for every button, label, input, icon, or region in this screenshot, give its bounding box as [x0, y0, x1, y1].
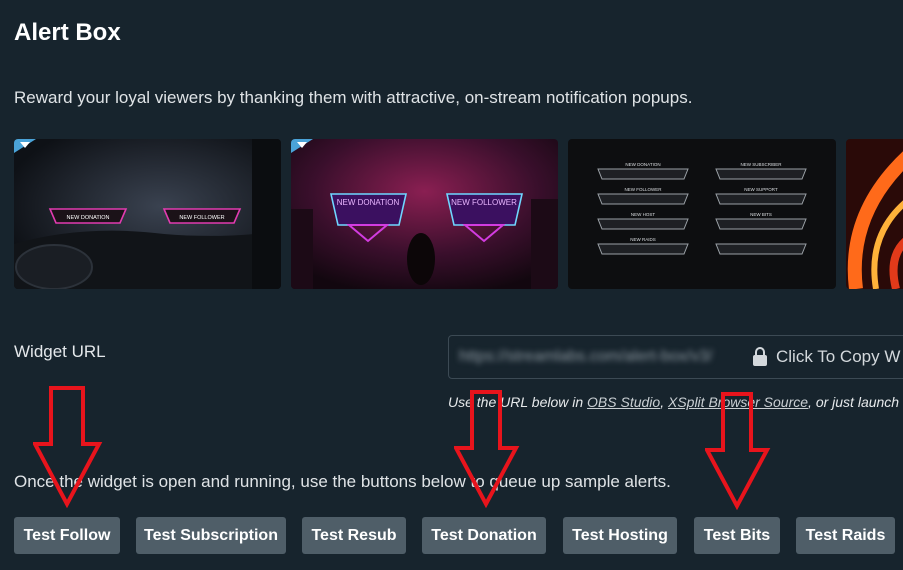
obs-studio-link[interactable]: OBS Studio: [587, 394, 660, 410]
test-follow-button[interactable]: Test Follow: [14, 517, 120, 554]
widget-url-label: Widget URL: [14, 342, 106, 361]
theme-label: NEW FOLLOWER: [451, 198, 517, 207]
test-alert-instructions: Once the widget is open and running, use…: [14, 472, 671, 491]
theme-label: NEW DONATION: [67, 215, 110, 221]
theme-label: NEW HOST: [631, 212, 656, 217]
test-subscription-button[interactable]: Test Subscription: [136, 517, 286, 554]
theme-card-neon-purple[interactable]: NEW DONATION NEW FOLLOWER: [291, 139, 558, 289]
theme-label: NEW FOLLOWER: [624, 187, 662, 192]
theme-label: NEW BITS: [750, 212, 772, 217]
page-subtitle: Reward your loyal viewers by thanking th…: [14, 88, 693, 107]
hint-text-suffix: , or just launch: [808, 394, 900, 410]
theme-label: NEW DONATION: [337, 198, 400, 207]
theme-card-orange[interactable]: [846, 139, 903, 289]
copy-url-button[interactable]: Click To Copy W: [776, 347, 900, 367]
theme-label: NEW DONATION: [625, 162, 660, 167]
theme-label: NEW SUBSCRIBER: [740, 162, 782, 167]
xsplit-link[interactable]: XSplit Browser Source: [668, 394, 808, 410]
widget-url-hint: Use the URL below in OBS Studio, XSplit …: [448, 394, 899, 410]
widget-url-field[interactable]: https://streamlabs.com/alert-box/v3/ Cli…: [448, 335, 903, 379]
widget-url-value: https://streamlabs.com/alert-box/v3/: [459, 348, 713, 365]
test-hosting-button[interactable]: Test Hosting: [563, 517, 677, 554]
test-donation-button[interactable]: Test Donation: [422, 517, 546, 554]
theme-label: NEW SUPPORT: [744, 187, 778, 192]
test-bits-button[interactable]: Test Bits: [694, 517, 780, 554]
hint-separator: ,: [660, 394, 668, 410]
theme-card-car-pink[interactable]: NEW DONATION NEW FOLLOWER: [14, 139, 281, 289]
hint-text: Use the URL below in: [448, 394, 588, 410]
theme-label: NEW RAIDS: [630, 237, 656, 242]
test-raids-button[interactable]: Test Raids: [796, 517, 895, 554]
test-resub-button[interactable]: Test Resub: [302, 517, 406, 554]
theme-label: NEW FOLLOWER: [179, 215, 224, 221]
lock-icon: [752, 347, 768, 372]
theme-card-dark-silver[interactable]: NEW DONATION NEW SUBSCRIBER NEW FOLLOWER…: [568, 139, 836, 289]
page-title: Alert Box: [14, 19, 121, 46]
theme-gallery: NEW DONATION NEW FOLLOWER NEW DONATION N…: [14, 139, 903, 289]
